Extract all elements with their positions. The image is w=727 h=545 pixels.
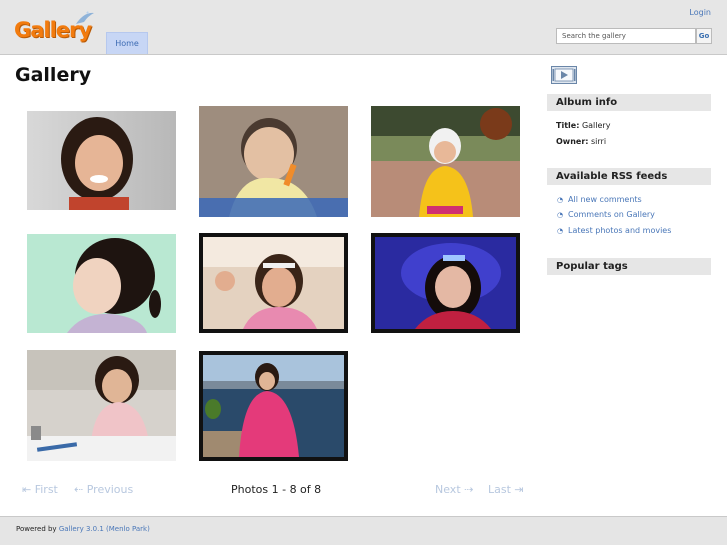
previous-arrow-icon: ⇠ (74, 483, 84, 496)
album-info-header: Album info (547, 94, 711, 111)
pager-previous-link[interactable]: ⇠ Previous (74, 483, 133, 496)
rss-feeds-header: Available RSS feeds (547, 168, 711, 185)
photo-seaside-image (199, 351, 348, 461)
rss-icon: ◔ (557, 227, 564, 235)
pager-info: Photos 1 - 8 of 8 (231, 483, 322, 496)
gallery-logo[interactable]: Gallery (14, 10, 96, 46)
main-nav: Home (106, 32, 148, 54)
album-title-line: Title: Gallery (556, 121, 610, 130)
album-title-value: Gallery (581, 121, 611, 130)
pager-next-link[interactable]: Next ⇢ (435, 483, 473, 496)
album-owner-label: Owner: (556, 137, 589, 146)
page-title: Gallery (15, 64, 92, 86)
photo-thumbnail-2[interactable] (199, 106, 348, 217)
last-arrow-icon: ⇥ (514, 483, 524, 496)
photo-baby-image (199, 106, 348, 217)
rss-item-latest-photos[interactable]: ◔ Latest photos and movies (557, 226, 671, 235)
main-content: Gallery ⇤ First ⇠ Previous Photos 1 - 8 … (0, 55, 727, 516)
photo-thumbnail-3[interactable] (371, 106, 520, 217)
nav-home-tab[interactable]: Home (106, 32, 148, 54)
footer-powered-by: Powered by (16, 525, 57, 533)
next-arrow-icon: ⇢ (464, 483, 474, 496)
site-footer: Powered by Gallery 3.0.1 (Menlo Park) (0, 516, 727, 545)
footer-credits: Powered by Gallery 3.0.1 (Menlo Park) (16, 525, 150, 533)
photo-thumbnail-4[interactable] (27, 234, 176, 333)
photo-thumbnail-5[interactable] (199, 233, 348, 333)
search-input[interactable] (556, 28, 696, 44)
first-arrow-icon: ⇤ (22, 483, 32, 496)
photo-thumbnail-8[interactable] (199, 351, 348, 461)
search-go-button[interactable]: Go (696, 28, 712, 44)
photo-yellow-coat-image (371, 106, 520, 217)
pager-last-link[interactable]: Last ⇥ (488, 483, 524, 496)
photo-drawing-image (27, 350, 176, 461)
rss-icon: ◔ (557, 211, 564, 219)
site-header: Gallery Login Home Go (0, 0, 727, 55)
rss-item-all-new-comments[interactable]: ◔ All new comments (557, 195, 642, 204)
logo-swoosh-icon (76, 11, 94, 24)
pager: ⇤ First ⇠ Previous Photos 1 - 8 of 8 Nex… (0, 483, 540, 499)
pager-first-link[interactable]: ⇤ First (22, 483, 58, 496)
photo-thumbnail-1[interactable] (27, 111, 176, 210)
photo-thumbnail-7[interactable] (27, 350, 176, 461)
footer-product-link[interactable]: Gallery 3.0.1 (59, 525, 104, 533)
album-title-label: Title: (556, 121, 580, 130)
photo-thumbnail-6[interactable] (371, 233, 520, 333)
photo-profile-image (27, 234, 176, 333)
rss-item-comments-on-gallery[interactable]: ◔ Comments on Gallery (557, 210, 655, 219)
photo-girl-smiling-image (27, 111, 176, 210)
album-owner-value: sirri (591, 137, 607, 146)
photo-blue-lights-image (371, 233, 520, 333)
photo-waving-girl-image (199, 233, 348, 333)
search-form: Go (556, 28, 712, 44)
rss-icon: ◔ (557, 196, 564, 204)
album-owner-line: Owner: sirri (556, 137, 606, 146)
login-link[interactable]: Login (689, 8, 711, 17)
popular-tags-header: Popular tags (547, 258, 711, 275)
slideshow-play-icon[interactable] (551, 66, 577, 84)
footer-codename-link[interactable]: (Menlo Park) (106, 525, 150, 533)
